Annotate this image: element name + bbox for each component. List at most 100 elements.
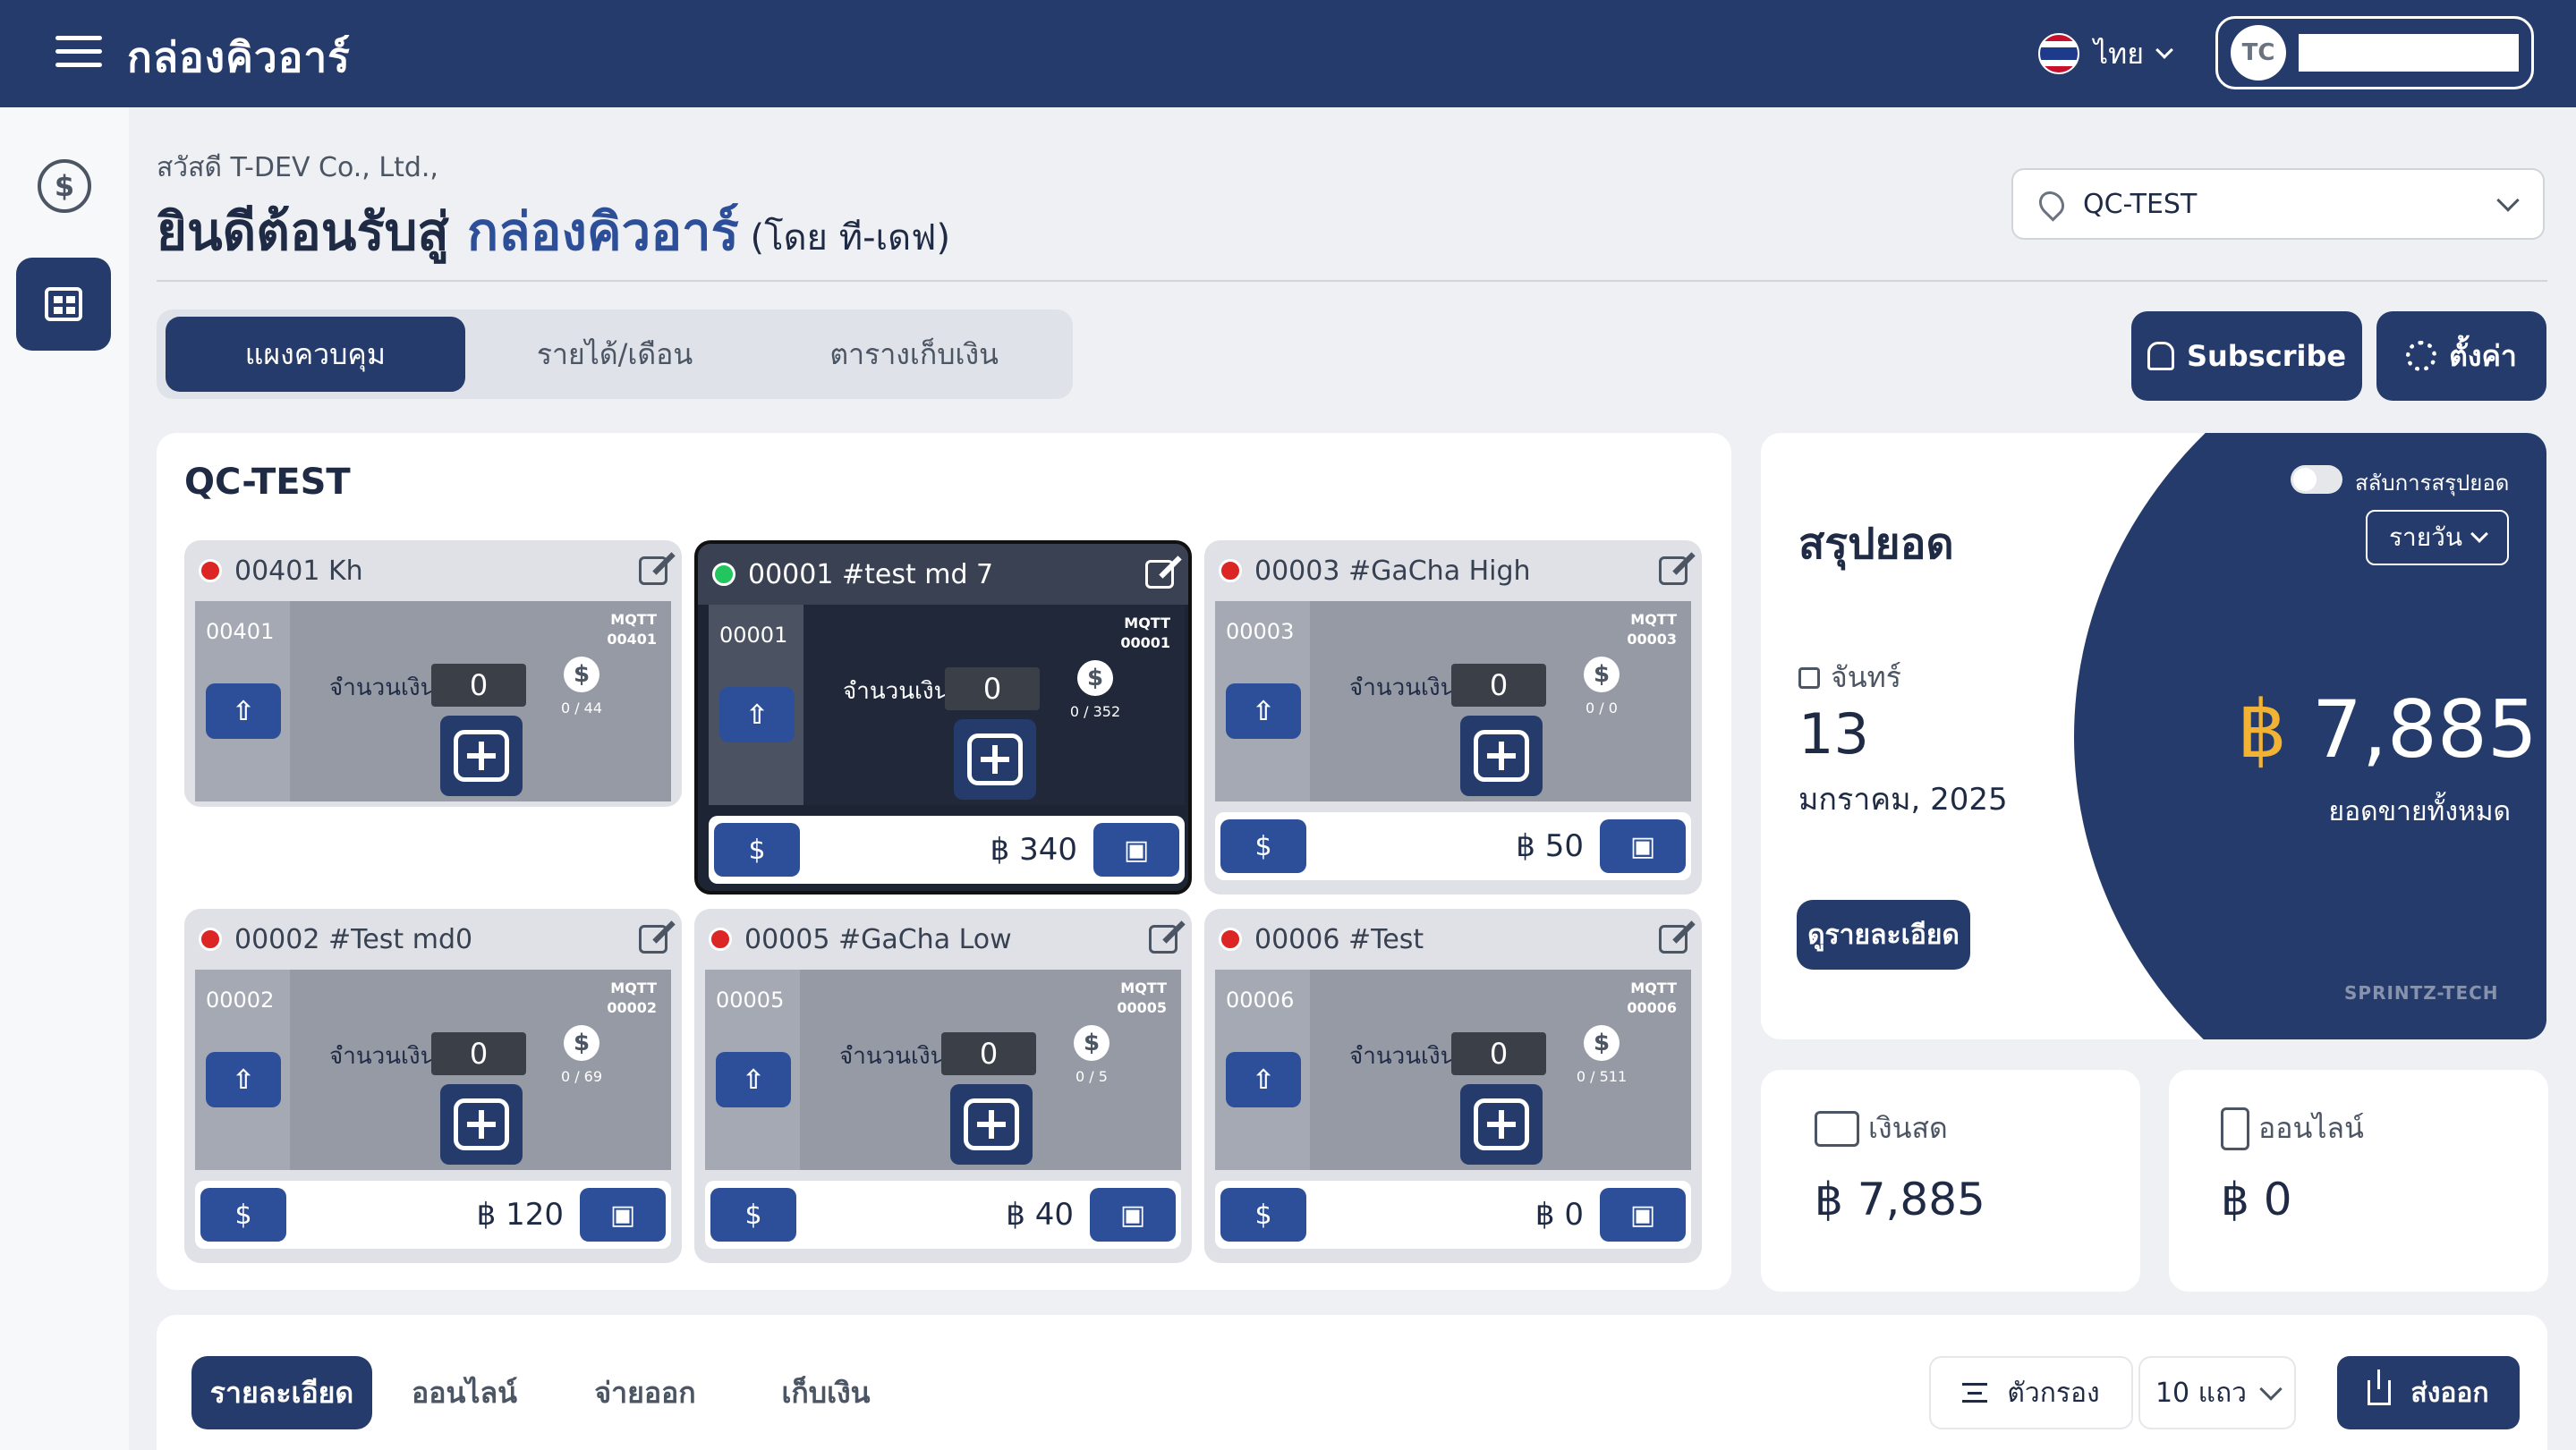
machine-card[interactable]: 00003 #GaCha High 00003 ⇧ MQTT 00003 จำน… [1204, 540, 1702, 895]
welcome-suffix: (โดย ที-เดฟ) [738, 217, 951, 259]
dollar-icon[interactable]: $ [38, 159, 91, 213]
coin-upload-button[interactable]: ⇧ [719, 687, 795, 742]
period-select[interactable]: รายวัน [2366, 510, 2509, 565]
language-label: ไทย [2094, 36, 2144, 71]
coin-upload-button[interactable]: ⇧ [716, 1052, 791, 1107]
qr-code-button[interactable] [950, 1084, 1033, 1165]
machine-code: 00002 [206, 988, 275, 1013]
brand-watermark: SPRINTZ-TECH [2344, 982, 2499, 1004]
sidebar-item-qr[interactable] [16, 258, 111, 351]
app-title: กล่องคิวอาร์ [127, 33, 351, 81]
qr-code-button[interactable] [1460, 716, 1543, 796]
coin-upload-button[interactable]: ⇧ [206, 1052, 281, 1107]
qr-code-button[interactable] [440, 1084, 523, 1165]
user-menu[interactable]: TC [2215, 16, 2534, 89]
machine-card[interactable]: 00401 Kh 00401 ⇧ MQTT 00401 จำนวนเงิน 0 … [184, 540, 682, 807]
language-selector[interactable]: ไทย [2038, 29, 2173, 79]
view-details-button[interactable]: ดูรายละเอียด [1797, 900, 1970, 970]
edit-icon[interactable] [1145, 560, 1174, 589]
collect-money-button[interactable]: $ [1220, 819, 1306, 873]
panel-title: QC-TEST [184, 462, 351, 503]
location-select[interactable]: QC-TEST [2011, 168, 2545, 240]
mqtt-status: MQTT 00401 [607, 610, 657, 649]
machine-card[interactable]: 00001 #test md 7 00001 ⇧ MQTT 00001 จำนว… [694, 540, 1192, 895]
edit-icon[interactable] [1659, 925, 1688, 954]
machine-code-column: 00006 ⇧ [1215, 970, 1310, 1170]
divider [157, 280, 2547, 282]
settings-button[interactable]: ตั้งค่า [2376, 311, 2546, 401]
tab-payout[interactable]: จ่ายออก [569, 1356, 721, 1429]
mqtt-status: MQTT 00006 [1627, 979, 1677, 1018]
tab-collect[interactable]: เก็บเงิน [750, 1356, 902, 1429]
machine-code-column: 00002 ⇧ [195, 970, 290, 1170]
collect-money-button[interactable]: $ [1220, 1188, 1306, 1242]
amount-label: จำนวนเงิน [1349, 674, 1457, 701]
machine-body: 00001 ⇧ MQTT 00001 จำนวนเงิน 0 $ 0 / 352 [709, 605, 1185, 805]
settings-label: ตั้งค่า [2449, 338, 2517, 373]
menu-icon[interactable] [55, 36, 102, 68]
machine-header: 00003 #GaCha High [1204, 540, 1702, 601]
qr-code-button[interactable] [1460, 1084, 1543, 1165]
tab-details[interactable]: รายละเอียด [191, 1356, 372, 1429]
welcome-brand: กล่องคิวอาร์ [467, 201, 739, 262]
collect-money-button[interactable]: $ [200, 1188, 286, 1242]
machine-card[interactable]: 00002 #Test md0 00002 ⇧ MQTT 00002 จำนวน… [184, 909, 682, 1263]
machine-name: 00003 #GaCha High [1254, 555, 1531, 587]
amount-label: จำนวนเงิน [1349, 1043, 1457, 1070]
summary-day: จันทร์ [1798, 655, 1901, 700]
coin-icon: $ [1074, 1025, 1109, 1061]
edit-icon[interactable] [639, 556, 667, 585]
tab-online[interactable]: ออนไลน์ [388, 1356, 540, 1429]
export-button[interactable]: ส่งออก [2337, 1356, 2520, 1429]
edit-icon[interactable] [1659, 556, 1688, 585]
online-label: ออนไลน์ [2258, 1111, 2364, 1145]
coin-count: 0 / 69 [560, 1068, 603, 1085]
mqtt-label: MQTT [610, 611, 657, 628]
tab-monthly-income[interactable]: รายได้/เดือน [465, 317, 765, 392]
filter-label: ตัวกรอง [2007, 1377, 2100, 1409]
qr-code-button[interactable] [440, 716, 523, 796]
machine-screen: MQTT 00006 จำนวนเงิน 0 $ 0 / 511 [1310, 970, 1691, 1170]
period-value: รายวัน [2388, 522, 2463, 552]
filter-button[interactable]: ตัวกรอง [1929, 1356, 2133, 1429]
coin-icon: $ [1077, 660, 1113, 696]
cash-register-button[interactable]: ▣ [1093, 823, 1179, 877]
amount-value: 0 [941, 1032, 1036, 1075]
total-sales-label: ยอดขายทั้งหมด [2328, 796, 2511, 827]
machine-header: 00006 #Test [1204, 909, 1702, 970]
machine-name: 00002 #Test md0 [234, 923, 473, 955]
qr-plus-icon [454, 730, 509, 782]
mqtt-id: 00001 [1120, 634, 1170, 651]
machine-footer: $ ฿ 340 ▣ [709, 816, 1185, 884]
machine-card[interactable]: 00005 #GaCha Low 00005 ⇧ MQTT 00005 จำนว… [694, 909, 1192, 1263]
tab-dashboard[interactable]: แผงควบคุม [166, 317, 465, 392]
collect-money-button[interactable]: $ [710, 1188, 796, 1242]
welcome-prefix: ยินดีต้อนรับสู่ [157, 201, 468, 262]
amount-value: 0 [1451, 1032, 1546, 1075]
qr-code-button[interactable] [954, 719, 1036, 800]
coin-count: 0 / 511 [1576, 1068, 1628, 1085]
status-dot-icon [199, 928, 222, 951]
calendar-icon [1798, 666, 1820, 689]
cash-register-button[interactable]: ▣ [1600, 1188, 1686, 1242]
status-dot-icon [1219, 559, 1242, 582]
machine-card[interactable]: 00006 #Test 00006 ⇧ MQTT 00006 จำนวนเงิน… [1204, 909, 1702, 1263]
collect-money-button[interactable]: $ [714, 823, 800, 877]
cash-register-button[interactable]: ▣ [580, 1188, 666, 1242]
coin-upload-button[interactable]: ⇧ [1226, 683, 1301, 739]
rows-per-page-select[interactable]: 10 แถว [2138, 1356, 2296, 1429]
edit-icon[interactable] [639, 925, 667, 954]
subscribe-button[interactable]: Subscribe [2131, 311, 2362, 401]
coin-upload-button[interactable]: ⇧ [1226, 1052, 1301, 1107]
status-dot-icon [712, 563, 735, 586]
user-name-redacted [2299, 34, 2519, 72]
tab-collection-table[interactable]: ตารางเก็บเงิน [764, 317, 1064, 392]
cash-register-button[interactable]: ▣ [1600, 819, 1686, 873]
gear-icon [2406, 341, 2437, 371]
edit-icon[interactable] [1149, 925, 1177, 954]
coin-upload-button[interactable]: ⇧ [206, 683, 281, 739]
coin-count: 0 / 0 [1586, 700, 1618, 717]
greeting-text: สวัสดี T-DEV Co., Ltd., [157, 152, 438, 183]
cash-register-button[interactable]: ▣ [1090, 1188, 1176, 1242]
summary-toggle[interactable] [2291, 465, 2342, 494]
